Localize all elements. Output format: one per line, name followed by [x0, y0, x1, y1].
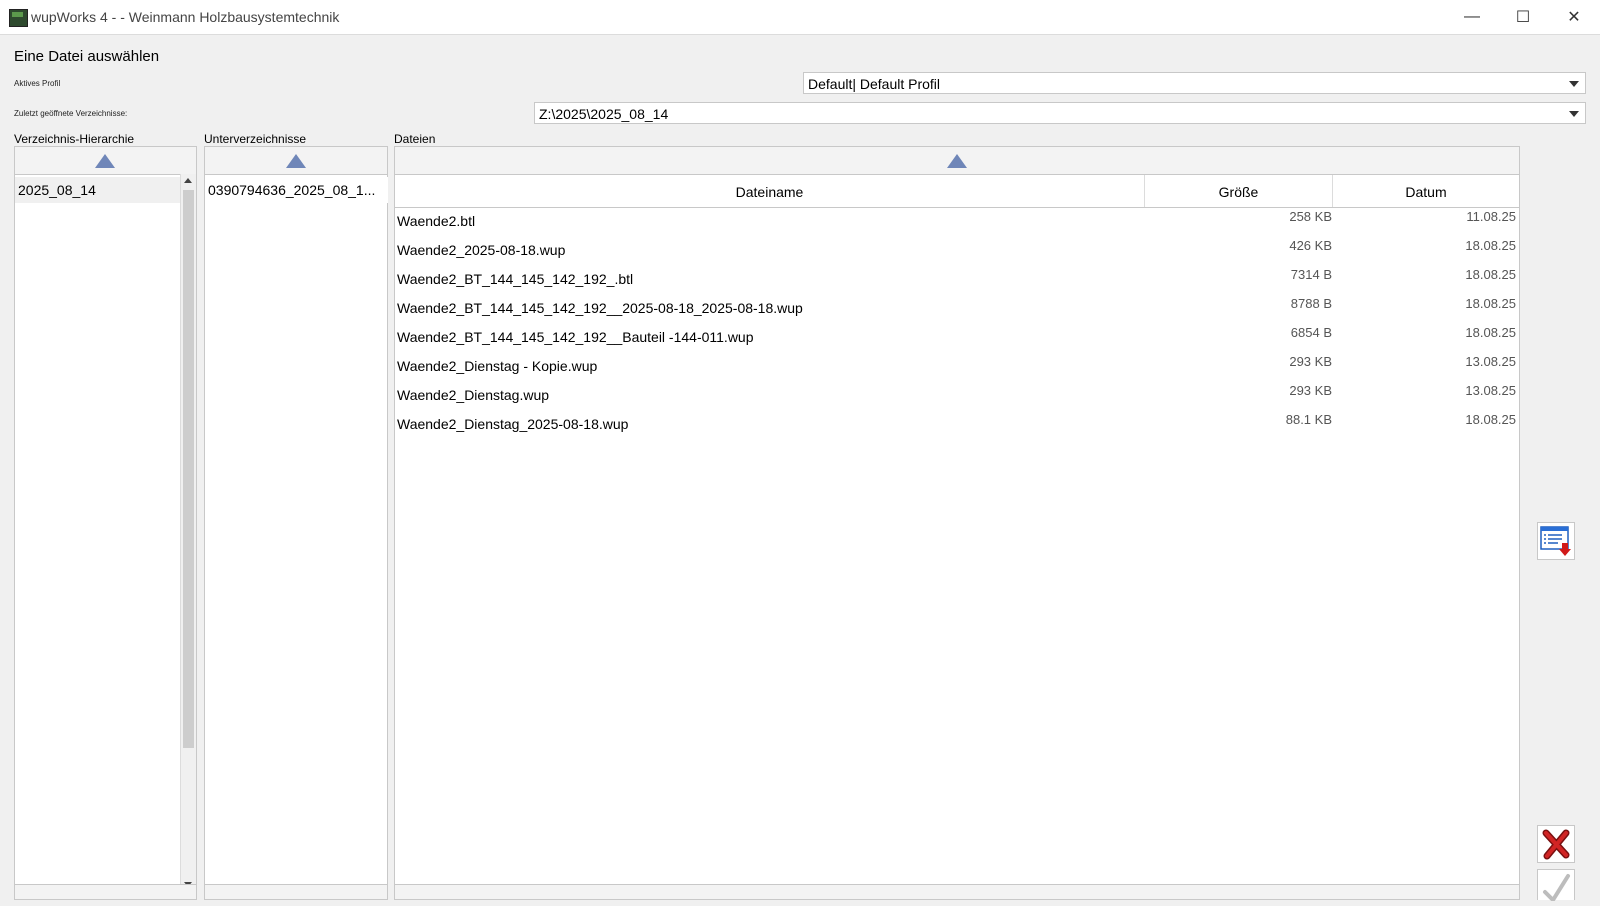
minimize-icon: — — [1464, 8, 1480, 25]
red-x-icon — [1542, 829, 1570, 860]
title-bar: wupWorks 4 - - Weinmann Holzbausystemtec… — [0, 0, 1600, 35]
dialog-title: Eine Datei auswählen — [14, 48, 160, 65]
hierarchy-panel: 2025_08_14 — [14, 146, 197, 892]
chevron-down-icon — [1569, 111, 1579, 117]
close-icon: ✕ — [1567, 9, 1581, 26]
active-profile-label: Aktives Profil — [14, 79, 61, 88]
active-profile-dropdown[interactable]: Default| Default Profil — [803, 72, 1586, 94]
up-triangle-icon — [95, 154, 115, 168]
recent-dirs-label: Zuletzt geöffnete Verzeichnisse: — [14, 109, 128, 118]
file-size: 293 KB — [1289, 383, 1332, 398]
file-size: 258 KB — [1289, 209, 1332, 224]
file-size: 7314 B — [1290, 267, 1332, 282]
files-panel: Dateiname Größe Datum Waende2.btl 258 KB… — [394, 146, 1520, 892]
file-size: 8788 B — [1290, 296, 1332, 311]
table-row[interactable]: Waende2.btl 258 KB 11.08.25 — [395, 208, 1519, 237]
file-size: 88.1 KB — [1285, 412, 1332, 427]
up-triangle-icon — [286, 154, 306, 168]
files-down-button[interactable] — [394, 884, 1520, 900]
checkmark-icon — [1543, 874, 1570, 902]
file-name: Waende2_BT_144_145_142_192__2025-08-18_2… — [397, 300, 803, 316]
scrollbar-thumb[interactable] — [183, 190, 194, 748]
chevron-down-icon — [1569, 81, 1579, 87]
subdirs-label: Unterverzeichnisse — [204, 132, 307, 146]
table-row[interactable]: Waende2_BT_144_145_142_192__2025-08-18_2… — [395, 295, 1519, 324]
file-name: Waende2_Dienstag - Kopie.wup — [397, 358, 598, 374]
files-up-button[interactable] — [395, 147, 1519, 175]
file-date: 13.08.25 — [1465, 383, 1516, 398]
subdir-item[interactable]: 0390794636_2025_08_1... — [205, 177, 388, 203]
up-triangle-icon — [947, 154, 967, 168]
maximize-icon: ☐ — [1515, 9, 1531, 26]
cancel-button[interactable] — [1537, 825, 1575, 863]
list-download-button[interactable] — [1537, 522, 1575, 560]
file-name: Waende2_BT_144_145_142_192__Bauteil -144… — [397, 329, 754, 345]
file-size: 293 KB — [1289, 354, 1332, 369]
table-row[interactable]: Waende2_Dienstag_2025-08-18.wup 88.1 KB … — [395, 411, 1519, 440]
file-date: 18.08.25 — [1465, 296, 1516, 311]
file-name: Waende2_Dienstag.wup — [397, 387, 550, 403]
column-header-name[interactable]: Dateiname — [395, 175, 1144, 207]
table-row[interactable]: Waende2_BT_144_145_142_192_.btl 7314 B 1… — [395, 266, 1519, 295]
file-date: 18.08.25 — [1465, 325, 1516, 340]
hierarchy-up-button[interactable] — [15, 147, 196, 175]
list-download-icon — [1540, 526, 1571, 556]
app-icon — [9, 9, 28, 27]
column-header-date[interactable]: Datum — [1332, 175, 1519, 207]
subdirs-up-button[interactable] — [205, 147, 387, 175]
file-size: 6854 B — [1290, 325, 1332, 340]
file-date: 18.08.25 — [1465, 238, 1516, 253]
files-table-header: Dateiname Größe Datum — [395, 175, 1519, 208]
table-row[interactable]: Waende2_BT_144_145_142_192__Bauteil -144… — [395, 324, 1519, 353]
window-title: wupWorks 4 - - Weinmann Holzbausystemtec… — [31, 9, 340, 25]
file-date: 18.08.25 — [1465, 412, 1516, 427]
table-row[interactable]: Waende2_Dienstag.wup 293 KB 13.08.25 — [395, 382, 1519, 411]
column-header-size[interactable]: Größe — [1144, 175, 1332, 207]
minimize-button[interactable]: — — [1446, 0, 1498, 34]
recent-dirs-dropdown[interactable]: Z:\2025\2025_08_14 — [534, 102, 1586, 124]
file-date: 18.08.25 — [1465, 267, 1516, 282]
file-size: 426 KB — [1289, 238, 1332, 253]
file-name: Waende2_2025-08-18.wup — [397, 242, 566, 258]
file-date: 13.08.25 — [1465, 354, 1516, 369]
file-name: Waende2_Dienstag_2025-08-18.wup — [397, 416, 629, 432]
close-button[interactable]: ✕ — [1548, 0, 1600, 34]
hierarchy-item[interactable]: 2025_08_14 — [15, 177, 183, 203]
table-row[interactable]: Waende2_Dienstag - Kopie.wup 293 KB 13.0… — [395, 353, 1519, 382]
file-date: 11.08.25 — [1466, 209, 1516, 224]
ok-button[interactable] — [1537, 869, 1575, 902]
maximize-button[interactable]: ☐ — [1497, 0, 1549, 34]
subdirs-down-button[interactable] — [204, 884, 388, 900]
file-name: Waende2_BT_144_145_142_192_.btl — [397, 271, 634, 287]
subdirs-panel: 0390794636_2025_08_1... — [204, 146, 388, 892]
hierarchy-scrollbar[interactable] — [180, 174, 196, 891]
active-profile-value: Default| Default Profil — [808, 76, 941, 92]
file-name: Waende2.btl — [397, 213, 476, 229]
hierarchy-label: Verzeichnis-Hierarchie — [14, 132, 135, 146]
table-row[interactable]: Waende2_2025-08-18.wup 426 KB 18.08.25 — [395, 237, 1519, 266]
scroll-up-icon[interactable] — [184, 178, 192, 183]
files-label: Dateien — [394, 132, 436, 146]
hierarchy-down-button[interactable] — [14, 884, 197, 900]
recent-dir-value: Z:\2025\2025_08_14 — [539, 106, 669, 122]
